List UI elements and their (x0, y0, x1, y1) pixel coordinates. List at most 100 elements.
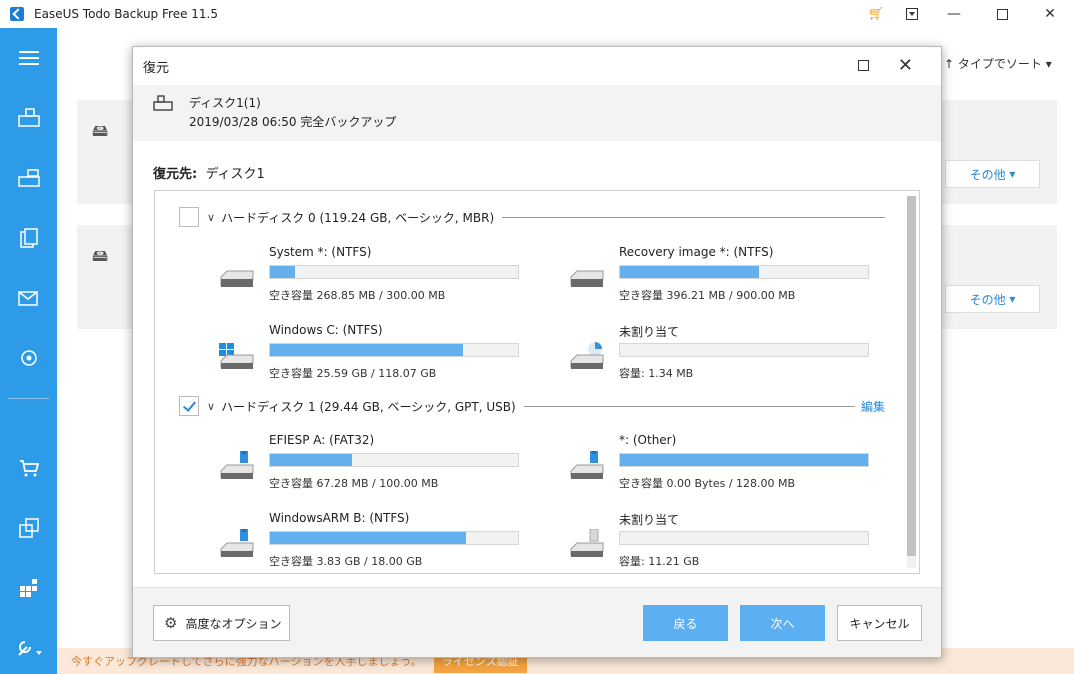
partition-item[interactable]: System *: (NTFS) 空き容量 268.85 MB / 300.00… (217, 245, 537, 305)
scrollbar-thumb[interactable] (907, 196, 916, 556)
partition-item[interactable]: Windows C: (NTFS) 空き容量 25.59 GB / 118.07… (217, 323, 537, 383)
more-button[interactable]: その他 ▾ (945, 285, 1040, 313)
usage-fill (270, 454, 352, 466)
gear-icon: ⚙︎ (164, 614, 178, 632)
title-bar: EaseUS Todo Backup Free 11.5 🛒︎ — ✕ (0, 0, 1074, 28)
partition-info: 空き容量 268.85 MB / 300.00 MB (269, 289, 446, 302)
hamburger-menu-icon[interactable] (0, 38, 57, 78)
usage-fill (270, 266, 295, 278)
windows-drive-icon (219, 343, 254, 369)
disk-label: ハードディスク 0 (119.24 GB, ベーシック, MBR) (221, 210, 495, 225)
disk-row[interactable]: ∨ ハードディスク 0 (119.24 GB, ベーシック, MBR) (179, 207, 885, 227)
usb-drive-gray-icon (570, 529, 604, 557)
mail-backup-icon[interactable] (0, 278, 57, 318)
partition-usage-bar (619, 531, 869, 545)
cart-icon[interactable]: 🛒︎ (858, 0, 894, 28)
partition-name: System *: (NTFS) (269, 245, 372, 259)
partition-info: 空き容量 67.28 MB / 100.00 MB (269, 477, 439, 490)
chevron-down-icon[interactable]: ∨ (207, 211, 215, 224)
disk-0-checkbox[interactable] (179, 207, 199, 227)
disk-icon: 🖴︎ (92, 246, 109, 265)
unallocated-icon (570, 342, 604, 369)
hdd-icon (570, 270, 604, 287)
system-backup-icon[interactable] (0, 158, 57, 198)
edit-link[interactable]: 編集 (861, 398, 885, 415)
partition-info: 空き容量 396.21 MB / 900.00 MB (619, 289, 796, 302)
partition-usage-bar (269, 265, 519, 279)
source-name: ディスク1(1) (189, 96, 261, 110)
smart-backup-icon[interactable] (0, 338, 57, 378)
maximize-button[interactable] (978, 0, 1026, 28)
advanced-options-button[interactable]: ⚙︎ 高度なオプション (153, 605, 290, 641)
cancel-button[interactable]: キャンセル (837, 605, 922, 641)
disk-row[interactable]: ∨ ハードディスク 1 (29.44 GB, ベーシック, GPT, USB) … (179, 396, 885, 416)
destination-value: ディスク1 (205, 167, 265, 182)
partition-usage-bar (619, 453, 869, 467)
partition-name: Windows C: (NTFS) (269, 323, 383, 337)
sort-label: タイプでソート (957, 57, 1042, 71)
more-label: その他 (969, 292, 1006, 307)
partition-info: 容量: 1.34 MB (619, 367, 694, 380)
sort-dropdown[interactable]: ↑ タイプでソート ▾ (944, 55, 1052, 72)
partition-name: WindowsARM B: (NTFS) (269, 511, 410, 525)
usb-drive-icon (220, 529, 254, 557)
partition-item[interactable]: 未割り当て 容量: 11.21 GB (567, 511, 887, 571)
disk-backup-icon[interactable] (0, 98, 57, 138)
partition-usage-bar (269, 531, 519, 545)
disk-icon: 🖴︎ (92, 121, 109, 140)
divider (523, 405, 855, 407)
clone-icon[interactable] (0, 508, 57, 548)
partition-item[interactable]: 未割り当て 容量: 1.34 MB (567, 323, 887, 383)
disk-label: ハードディスク 1 (29.44 GB, ベーシック, GPT, USB) (221, 399, 516, 414)
sidebar (0, 28, 57, 674)
app-title: EaseUS Todo Backup Free 11.5 (34, 7, 218, 21)
partition-name: EFIESP A: (FAT32) (269, 433, 375, 447)
dialog-close-button[interactable]: ✕ (898, 55, 913, 76)
partition-info: 空き容量 25.59 GB / 118.07 GB (269, 367, 437, 380)
dialog-footer: ⚙︎ 高度なオプション 戻る 次へ キャンセル (133, 587, 941, 657)
restore-dialog: 復元 ✕ ディスク1(1) 2019/03/28 06:50 完全バックアップ … (132, 46, 942, 658)
disk-list: ∨ ハードディスク 0 (119.24 GB, ベーシック, MBR) Syst… (154, 190, 920, 574)
source-info: ディスク1(1) 2019/03/28 06:50 完全バックアップ (133, 85, 941, 141)
hdd-icon (220, 270, 254, 287)
dialog-maximize-button[interactable] (858, 60, 869, 71)
sidebar-divider (8, 398, 49, 399)
usage-fill (270, 344, 464, 356)
dialog-title: 復元 (143, 60, 170, 76)
partition-info: 空き容量 0.00 Bytes / 128.00 MB (619, 477, 796, 490)
close-button[interactable]: ✕ (1026, 0, 1074, 28)
usage-fill (270, 532, 466, 544)
partition-usage-bar (619, 265, 869, 279)
partition-item[interactable]: WindowsARM B: (NTFS) 空き容量 3.83 GB / 18.0… (217, 511, 537, 571)
destination-label-key: 復元先: (153, 167, 198, 182)
destination-label: 復元先: ディスク1 (153, 163, 265, 182)
source-disk-icon (153, 95, 173, 111)
tools-grid-icon[interactable] (0, 568, 57, 608)
usb-drive-icon (220, 451, 254, 479)
next-button[interactable]: 次へ (740, 605, 825, 641)
more-button[interactable]: その他 ▾ (945, 160, 1040, 188)
partition-usage-bar (619, 343, 869, 357)
partition-item[interactable]: Recovery image *: (NTFS) 空き容量 396.21 MB … (567, 245, 887, 305)
partition-name: Recovery image *: (NTFS) (619, 245, 774, 259)
more-label: その他 (969, 167, 1006, 182)
partition-info: 容量: 11.21 GB (619, 555, 700, 568)
partition-item[interactable]: *: (Other) 空き容量 0.00 Bytes / 128.00 MB (567, 433, 887, 493)
partition-usage-bar (269, 453, 519, 467)
partition-name: 未割り当て (619, 325, 680, 339)
partition-info: 空き容量 3.83 GB / 18.00 GB (269, 555, 423, 568)
divider (502, 216, 885, 218)
file-backup-icon[interactable] (0, 218, 57, 258)
back-button[interactable]: 戻る (643, 605, 728, 641)
cart-sidebar-icon[interactable] (0, 448, 57, 488)
chevron-down-icon[interactable]: ∨ (207, 400, 215, 413)
minimize-button[interactable]: — (930, 0, 978, 28)
usb-drive-icon (570, 451, 604, 479)
disk-1-checkbox[interactable] (179, 396, 199, 416)
partition-item[interactable]: EFIESP A: (FAT32) 空き容量 67.28 MB / 100.00… (217, 433, 537, 493)
wrench-menu-icon[interactable] (0, 628, 57, 668)
partition-name: 未割り当て (619, 513, 680, 527)
app-logo-icon (10, 7, 24, 21)
menu-dropdown-icon[interactable] (894, 0, 930, 28)
usage-fill (620, 266, 759, 278)
